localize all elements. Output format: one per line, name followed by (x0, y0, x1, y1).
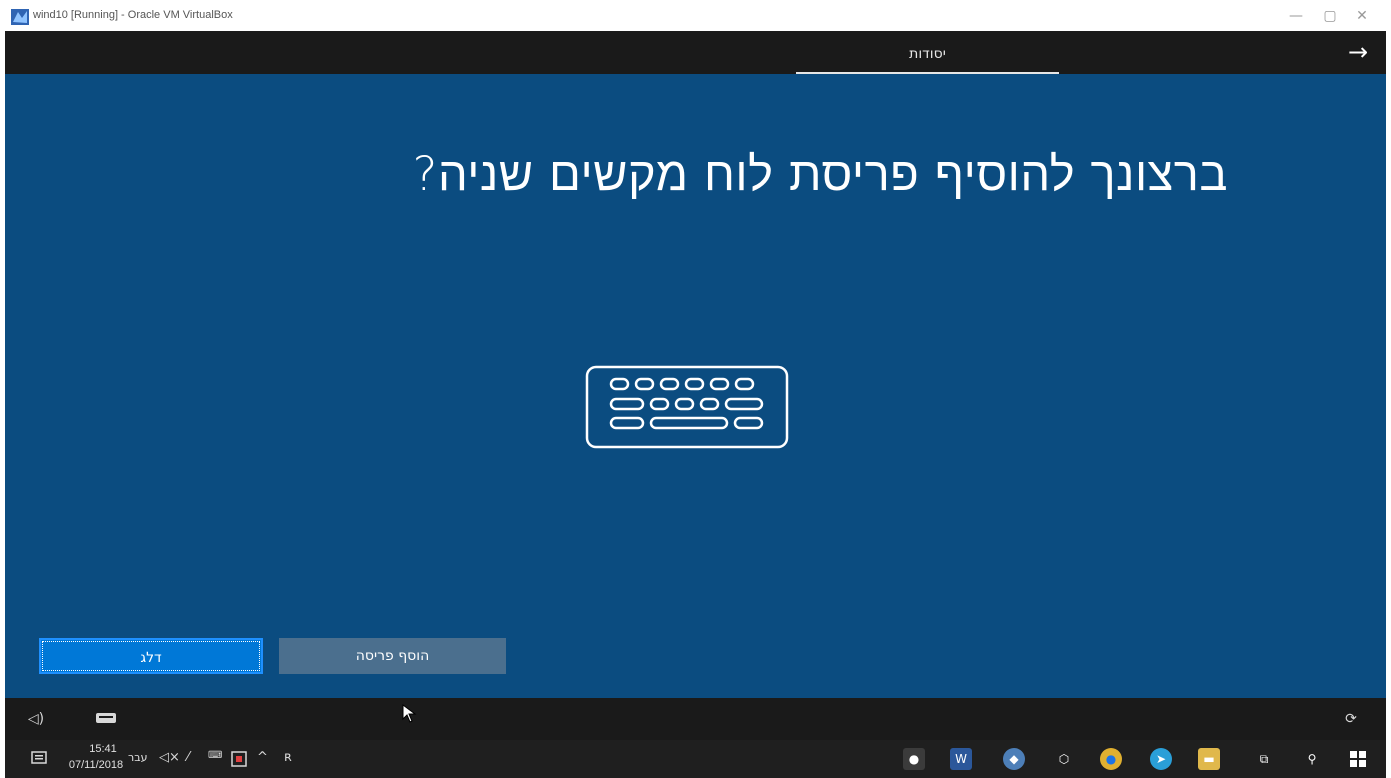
notification-center-icon[interactable] (31, 751, 47, 767)
taskbar: 15:41 07/11/2018 עבר ◁× ⁄ ⌨ ^ ʀ ● W ◆ ⬡ … (5, 740, 1386, 778)
input-language[interactable]: עבר (128, 751, 147, 764)
volume-icon[interactable]: ◁) (23, 707, 49, 731)
telegram-icon[interactable]: ➤ (1150, 748, 1172, 770)
oobe-header: יסודות → (5, 31, 1386, 74)
network-icon[interactable]: ⁄ (187, 750, 189, 765)
clock-date[interactable]: 07/11/2018 (60, 759, 132, 771)
page-title: ברצונך להוסיף פריסת לוח מקשים שניה? (412, 147, 1228, 202)
close-icon[interactable]: ✕ (1342, 4, 1382, 28)
search-icon[interactable]: ⚲ (1301, 748, 1323, 770)
keyboard-icon (585, 365, 789, 449)
add-layout-button[interactable]: הוסף פריסה (279, 638, 506, 674)
oobe-main-panel: ברצונך להוסיף פריסת לוח מקשים שניה? דלג … (5, 74, 1386, 698)
people-icon[interactable]: ʀ (284, 750, 292, 765)
clock-time[interactable]: 15:41 (73, 743, 133, 755)
task-view-icon[interactable]: ⧉ (1253, 748, 1275, 770)
start-icon[interactable] (1350, 751, 1366, 767)
chrome-icon[interactable]: ● (1100, 748, 1122, 770)
paint-icon[interactable]: ● (903, 748, 925, 770)
virtualbox-icon[interactable]: ⬡ (1053, 748, 1075, 770)
window-title-bar[interactable]: wind10 [Running] - Oracle VM VirtualBox … (0, 0, 1391, 31)
oobe-footer: ◁) ⟳ (5, 698, 1386, 740)
keyboard-layout-icon[interactable]: ⌨ (208, 750, 222, 761)
file-explorer-icon[interactable]: ▬ (1198, 748, 1220, 770)
window-title: wind10 [Running] - Oracle VM VirtualBox (33, 9, 233, 21)
accessibility-icon[interactable]: ⟳ (1338, 707, 1364, 731)
tab-basics[interactable]: יסודות (796, 31, 1059, 72)
skip-button[interactable]: דלג (39, 638, 263, 674)
mouse-cursor-icon (402, 704, 417, 723)
app-icon[interactable]: ◆ (1003, 748, 1025, 770)
show-hidden-icons-icon[interactable]: ^ (257, 750, 268, 765)
action-icon[interactable] (231, 751, 247, 767)
word-icon[interactable]: W (950, 748, 972, 770)
arrow-right-icon[interactable]: → (1338, 38, 1378, 66)
volume-muted-icon[interactable]: ◁× (159, 750, 180, 765)
virtualbox-icon (11, 9, 29, 25)
on-screen-keyboard-icon[interactable] (95, 712, 117, 724)
